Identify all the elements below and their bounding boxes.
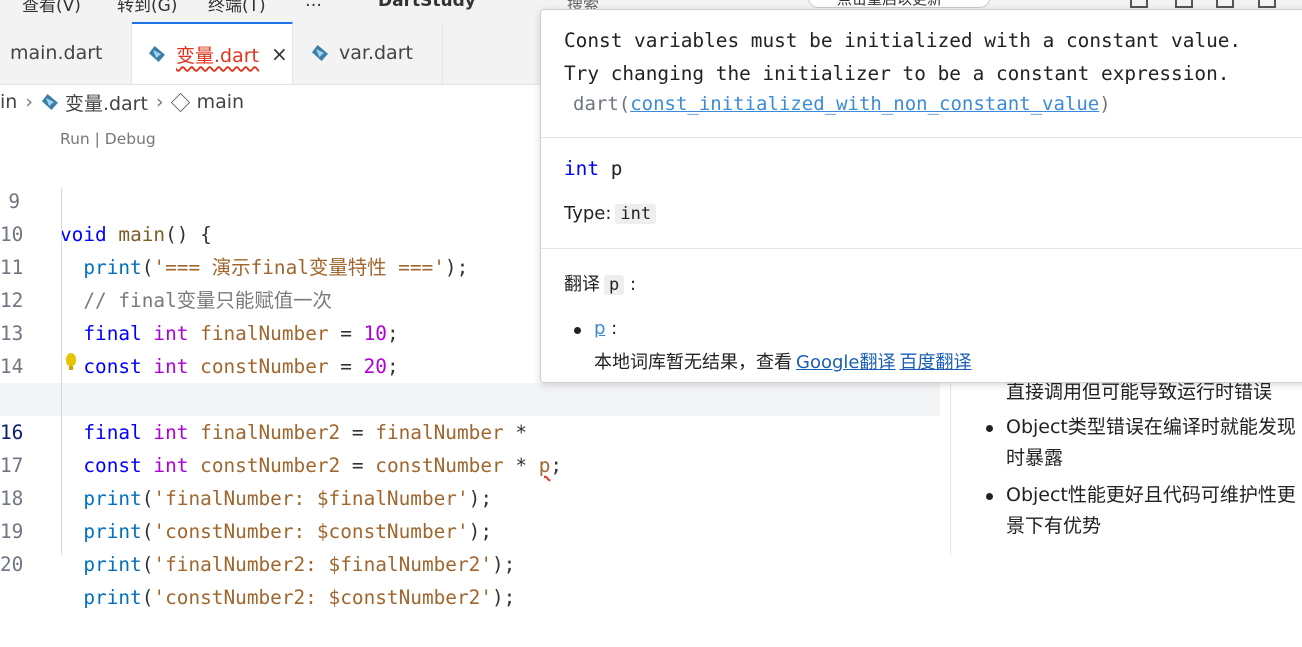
tab-label: main.dart (10, 42, 103, 64)
translate-colon: : (629, 274, 637, 295)
lightbulb-icon[interactable] (66, 353, 76, 370)
hover-tooltip: Const variables must be initialized with… (540, 9, 1302, 383)
chevron-right-icon: › (25, 91, 33, 113)
code-line-current[interactable]: 16 const int constNumber2 = constNumber … (0, 383, 940, 477)
diagnostic-source-suffix: ) (1099, 93, 1111, 115)
menu-goto[interactable]: 转到(G) (117, 0, 177, 16)
code-token: ' (480, 586, 492, 609)
diagnostic-code-link[interactable]: const_initialized_with_non_constant_valu… (630, 93, 1099, 115)
diagnostic-section: Const variables must be initialized with… (541, 10, 1302, 138)
signature-name: p (610, 157, 623, 180)
preview-list: Object类型错误在编译时就能发现 时暴露 Object性能更好且代码可维护性更… (951, 412, 1302, 548)
dart-file-icon (311, 44, 329, 62)
translate-result-colon: : (611, 318, 618, 339)
menu-more[interactable]: … (305, 0, 322, 11)
tab-main-dart[interactable]: main.dart (0, 22, 132, 84)
diagnostic-source-prefix: dart( (573, 93, 631, 115)
symbol-method-icon (170, 92, 190, 112)
translate-heading: 翻译 p : (564, 270, 636, 296)
codelens-run-debug[interactable]: Run | Debug (60, 130, 156, 148)
indent-guide (61, 188, 62, 555)
code-line[interactable]: 19 print('finalNumber2: $finalNumber2'); (0, 482, 940, 576)
type-line: Type: int (564, 203, 657, 224)
type-label: Type: (564, 203, 612, 224)
panel-icon[interactable] (1175, 0, 1193, 8)
translate-result-word[interactable]: p (594, 318, 605, 339)
dart-file-icon (148, 45, 166, 63)
breadcrumb-folder[interactable]: in (0, 91, 17, 113)
breadcrumb-file-label: 变量.dart (64, 92, 148, 115)
signature-type: int (564, 157, 600, 180)
code-token: 'finalNumber2: (153, 553, 329, 576)
dart-file-icon (41, 93, 59, 111)
breadcrumb-file[interactable]: 变量.dart (41, 89, 148, 116)
tab-var-dart[interactable]: var.dart (293, 22, 443, 84)
line-number: 20 (0, 553, 24, 576)
list-item: Object性能更好且代码可维护性更 景下有优势 (951, 480, 1302, 542)
tab-label: 变量.dart (176, 44, 260, 67)
chevron-right-icon: › (155, 91, 164, 113)
code-token: print (83, 553, 142, 576)
code-line[interactable]: 18 print('constNumber: $constNumber'); (0, 449, 940, 543)
signature: int p (564, 157, 622, 180)
list-item: Object类型错误在编译时就能发现 时暴露 (951, 412, 1302, 474)
diagnostic-message: Const variables must be initialized with… (564, 29, 1242, 52)
code-line[interactable]: 20 print('constNumber2: $constNumber2'); (0, 515, 940, 609)
code-token: 'constNumber2: (153, 586, 329, 609)
translation-section: 翻译 p : p : 本地词库暂无结果，查看 Google翻译 百度翻译 (541, 249, 1302, 384)
update-button[interactable]: 点击重启以更新 (808, 0, 990, 8)
layout-icon[interactable] (1130, 0, 1148, 8)
code-token: ' (480, 553, 492, 576)
translate-result-text: 本地词库暂无结果，查看 (594, 352, 792, 373)
sidebar-icon[interactable] (1216, 0, 1234, 8)
code-token: $finalNumber2 (328, 553, 481, 576)
list-item-text: Object性能更好且代码可维护性更 (1006, 484, 1296, 506)
translate-item: p : (573, 318, 618, 339)
breadcrumb-symbol[interactable]: main (197, 91, 244, 113)
menu-view[interactable]: 查看(V) (22, 0, 81, 16)
tab-bianliang-dart[interactable]: 变量.dart × (132, 22, 293, 84)
menu-terminal[interactable]: 终端(T) (208, 0, 266, 16)
list-item-text: 时暴露 (1006, 447, 1064, 469)
google-translate-link[interactable]: Google翻译 (796, 352, 895, 373)
list-item-text: Object类型错误在编译时就能发现 (1006, 416, 1296, 438)
tab-label: var.dart (339, 42, 413, 64)
code-token: print (83, 586, 142, 609)
code-line[interactable]: 17 print('finalNumber: $finalNumber'); (0, 416, 940, 510)
list-item-text: 景下有优势 (1006, 515, 1102, 537)
code-token: $constNumber2 (328, 586, 481, 609)
code-token: ); (492, 553, 516, 576)
translate-result: 本地词库暂无结果，查看 Google翻译 百度翻译 (594, 348, 971, 374)
settings-icon[interactable] (1258, 0, 1276, 8)
close-icon[interactable]: × (271, 42, 288, 66)
code-token: ); (492, 586, 516, 609)
translate-word: p (604, 275, 625, 295)
baidu-translate-link[interactable]: 百度翻译 (899, 352, 971, 373)
type-value: int (615, 204, 657, 224)
diagnostic-hint: Try changing the initializer to be a con… (564, 62, 1230, 85)
window-title: DartStudy (378, 0, 476, 11)
type-info-section: int p Type: int (541, 138, 1302, 249)
translate-label: 翻译 (564, 274, 600, 295)
diagnostic-source: dart(const_initialized_with_non_constant… (573, 93, 1111, 115)
